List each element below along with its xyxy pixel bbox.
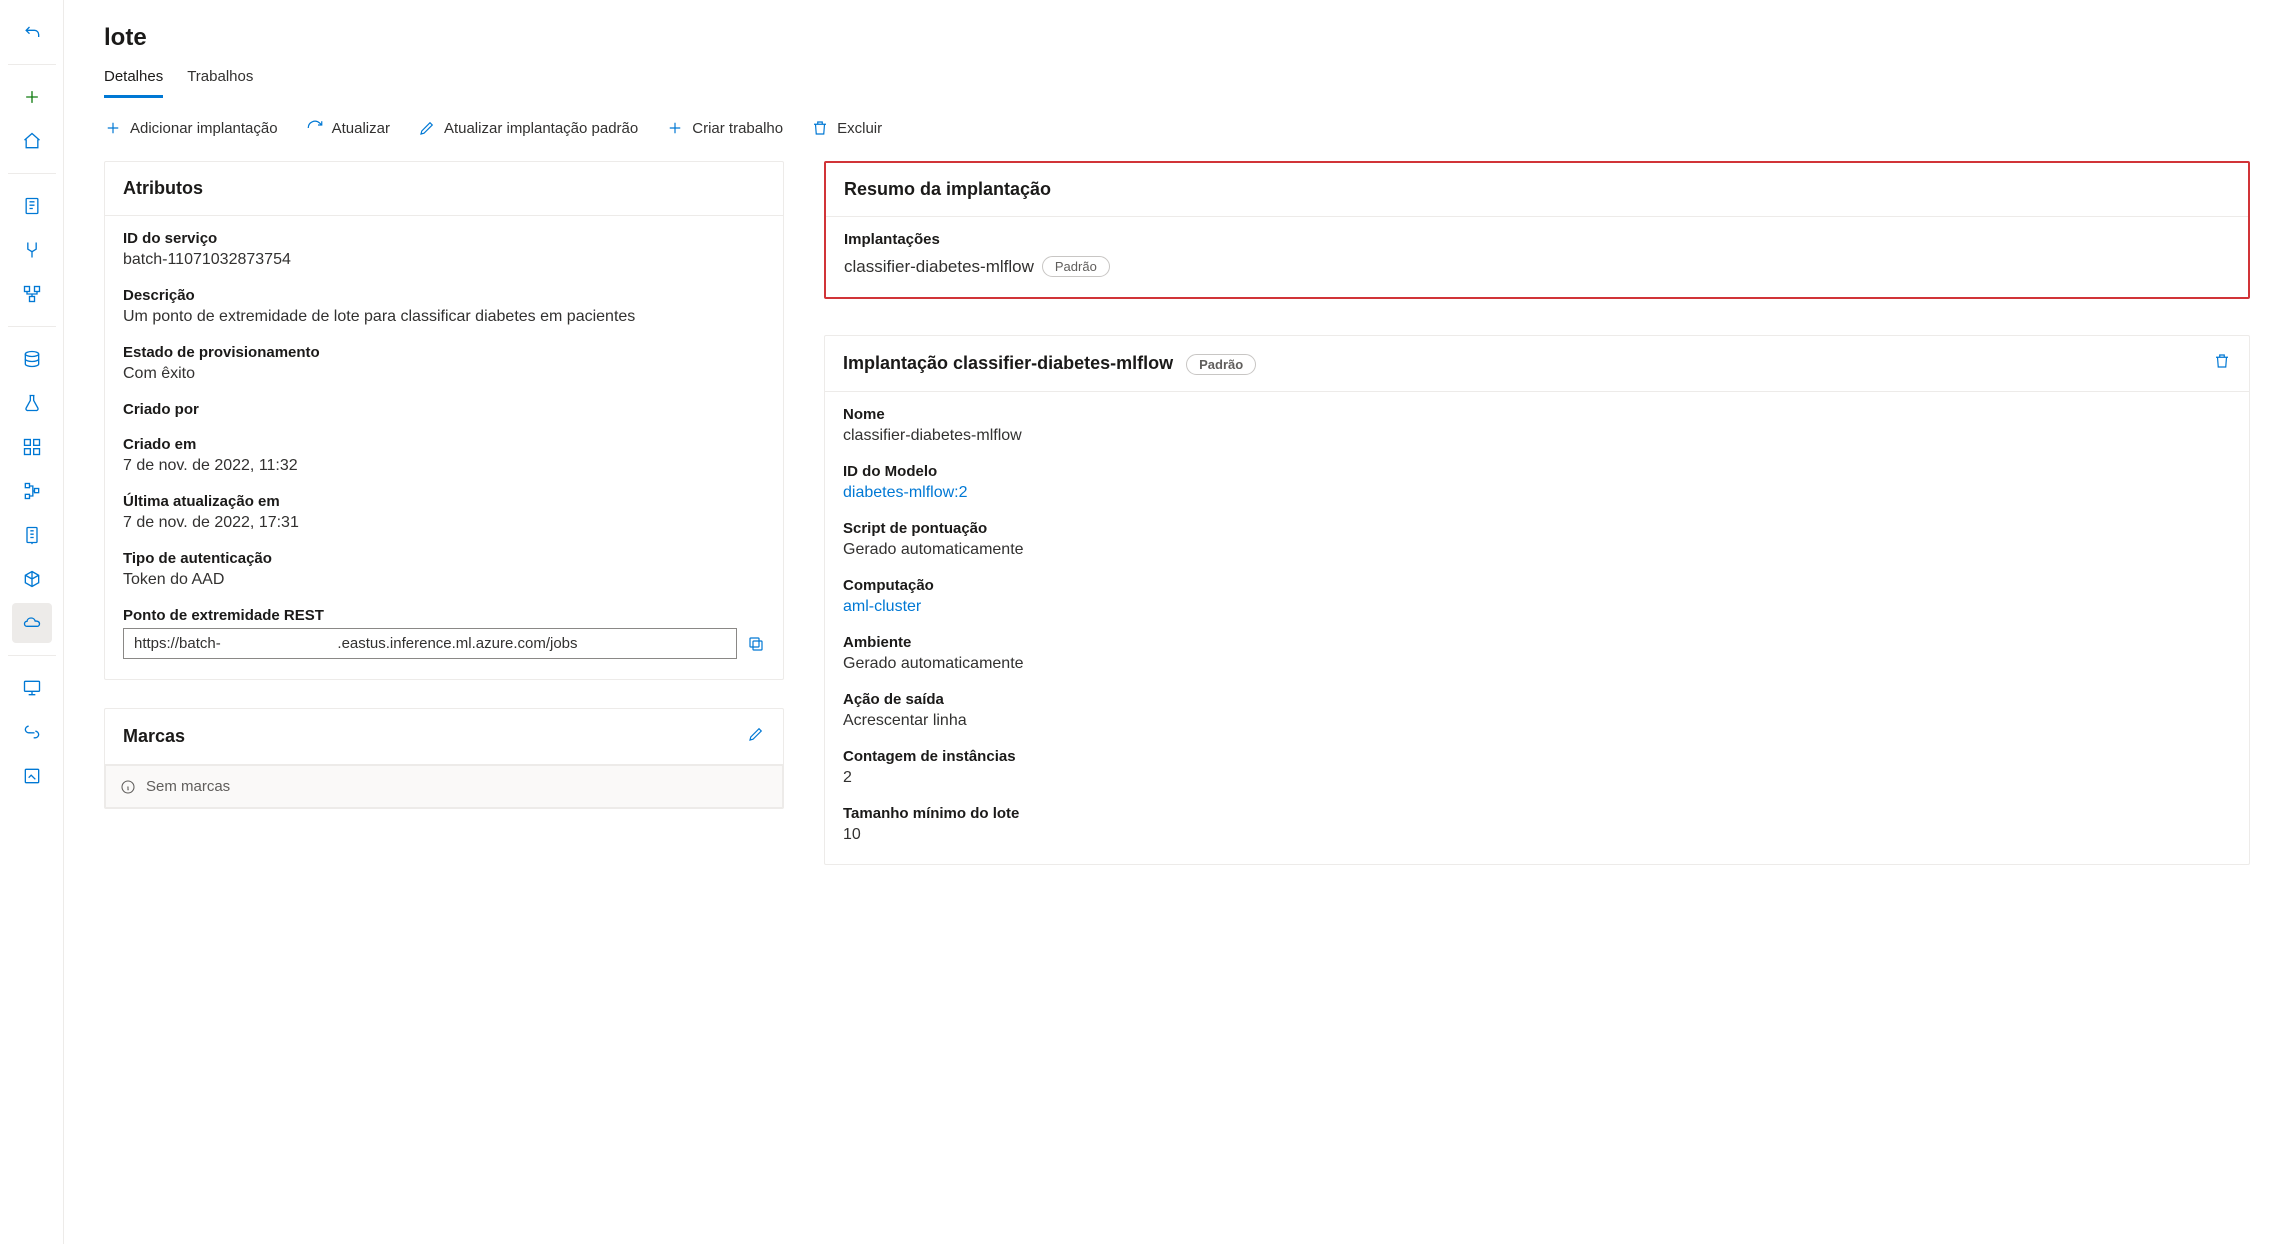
updated-on-label: Última atualização em	[123, 493, 765, 510]
rest-endpoint-label: Ponto de extremidade REST	[123, 607, 765, 624]
tags-panel-title: Marcas	[123, 726, 185, 747]
tabs: Detalhes Trabalhos	[104, 68, 2250, 99]
create-job-button[interactable]: Criar trabalho	[666, 119, 783, 137]
created-by-label: Criado por	[123, 401, 765, 418]
data-icon[interactable]	[12, 339, 52, 379]
delete-deployment-button[interactable]	[2213, 352, 2231, 375]
mini-batch-size-label: Tamanho mínimo do lote	[843, 805, 2231, 822]
linked-services-icon[interactable]	[12, 712, 52, 752]
sidebar-divider	[8, 64, 56, 65]
delete-button[interactable]: Excluir	[811, 119, 882, 137]
automl-icon[interactable]	[12, 230, 52, 270]
sidebar-divider	[8, 173, 56, 174]
pipeline-icon[interactable]	[12, 274, 52, 314]
component-icon[interactable]	[12, 427, 52, 467]
model-icon[interactable]	[12, 559, 52, 599]
back-icon[interactable]	[12, 12, 52, 52]
toolbar-label: Adicionar implantação	[130, 120, 278, 137]
description-value: Um ponto de extremidade de lote para cla…	[123, 308, 765, 326]
provisioning-state-value: Com êxito	[123, 365, 765, 383]
deployment-detail-panel: Implantação classifier-diabetes-mlflow P…	[824, 335, 2250, 865]
data-labeling-icon[interactable]	[12, 756, 52, 796]
info-icon	[120, 779, 136, 795]
provisioning-state-label: Estado de provisionamento	[123, 344, 765, 361]
sidebar-divider	[8, 655, 56, 656]
plus-icon	[104, 119, 122, 137]
toolbar-label: Criar trabalho	[692, 120, 783, 137]
attributes-panel-title: Atributos	[105, 162, 783, 216]
default-badge: Padrão	[1186, 354, 1256, 375]
deployment-summary-name: classifier-diabetes-mlflow	[844, 257, 1034, 277]
pipeline-jobs-icon[interactable]	[12, 471, 52, 511]
default-badge: Padrão	[1042, 256, 1110, 277]
refresh-button[interactable]: Atualizar	[306, 119, 390, 137]
mini-batch-size-value: 10	[843, 826, 2231, 844]
auth-type-label: Tipo de autenticação	[123, 550, 765, 567]
main-content: lote Detalhes Trabalhos Adicionar implan…	[64, 0, 2290, 1244]
endpoint-icon[interactable]	[12, 603, 52, 643]
sidebar-divider	[8, 326, 56, 327]
compute-icon[interactable]	[12, 668, 52, 708]
sidebar	[0, 0, 64, 1244]
tab-jobs[interactable]: Trabalhos	[187, 68, 253, 98]
add-deployment-button[interactable]: Adicionar implantação	[104, 119, 278, 137]
model-id-link[interactable]: diabetes-mlflow:2	[843, 484, 2231, 502]
deployment-detail-title-name: classifier-diabetes-mlflow	[953, 353, 1173, 373]
update-default-deployment-button[interactable]: Atualizar implantação padrão	[418, 119, 638, 137]
deployment-summary-panel: Resumo da implantação Implantações class…	[824, 161, 2250, 299]
deployments-label: Implantações	[844, 231, 2230, 248]
service-id-label: ID do serviço	[123, 230, 765, 247]
updated-on-value: 7 de nov. de 2022, 17:31	[123, 514, 765, 532]
compute-link[interactable]: aml-cluster	[843, 598, 2231, 616]
deployment-name-label: Nome	[843, 406, 2231, 423]
tags-empty-row: Sem marcas	[105, 765, 783, 808]
toolbar-label: Atualizar	[332, 120, 390, 137]
environment-value: Gerado automaticamente	[843, 655, 2231, 673]
toolbar-label: Excluir	[837, 120, 882, 137]
service-id-value: batch-11071032873754	[123, 251, 765, 269]
rest-endpoint-input[interactable]	[123, 628, 737, 659]
attributes-panel: Atributos ID do serviço batch-1107103287…	[104, 161, 784, 680]
plus-icon	[666, 119, 684, 137]
instance-count-value: 2	[843, 769, 2231, 787]
created-on-label: Criado em	[123, 436, 765, 453]
experiment-icon[interactable]	[12, 383, 52, 423]
model-id-label: ID do Modelo	[843, 463, 2231, 480]
deployment-summary-title: Resumo da implantação	[826, 163, 2248, 217]
output-action-value: Acrescentar linha	[843, 712, 2231, 730]
page-title: lote	[104, 24, 2250, 52]
pencil-icon	[418, 119, 436, 137]
environment-icon[interactable]	[12, 515, 52, 555]
environment-label: Ambiente	[843, 634, 2231, 651]
copy-icon[interactable]	[747, 635, 765, 653]
auth-type-value: Token do AAD	[123, 571, 765, 589]
tags-panel: Marcas Sem marcas	[104, 708, 784, 809]
toolbar: Adicionar implantação Atualizar Atualiza…	[104, 119, 2250, 137]
deployment-detail-title-prefix: Implantação	[843, 353, 948, 373]
refresh-icon	[306, 119, 324, 137]
created-on-value: 7 de nov. de 2022, 11:32	[123, 457, 765, 475]
toolbar-label: Atualizar implantação padrão	[444, 120, 638, 137]
output-action-label: Ação de saída	[843, 691, 2231, 708]
scoring-script-label: Script de pontuação	[843, 520, 2231, 537]
tab-details[interactable]: Detalhes	[104, 68, 163, 98]
trash-icon	[811, 119, 829, 137]
edit-tags-button[interactable]	[747, 725, 765, 748]
tags-empty-text: Sem marcas	[146, 778, 230, 795]
description-label: Descrição	[123, 287, 765, 304]
scoring-script-value: Gerado automaticamente	[843, 541, 2231, 559]
add-icon[interactable]	[12, 77, 52, 117]
notebook-icon[interactable]	[12, 186, 52, 226]
compute-label: Computação	[843, 577, 2231, 594]
instance-count-label: Contagem de instâncias	[843, 748, 2231, 765]
deployment-name-value: classifier-diabetes-mlflow	[843, 427, 2231, 445]
home-icon[interactable]	[12, 121, 52, 161]
